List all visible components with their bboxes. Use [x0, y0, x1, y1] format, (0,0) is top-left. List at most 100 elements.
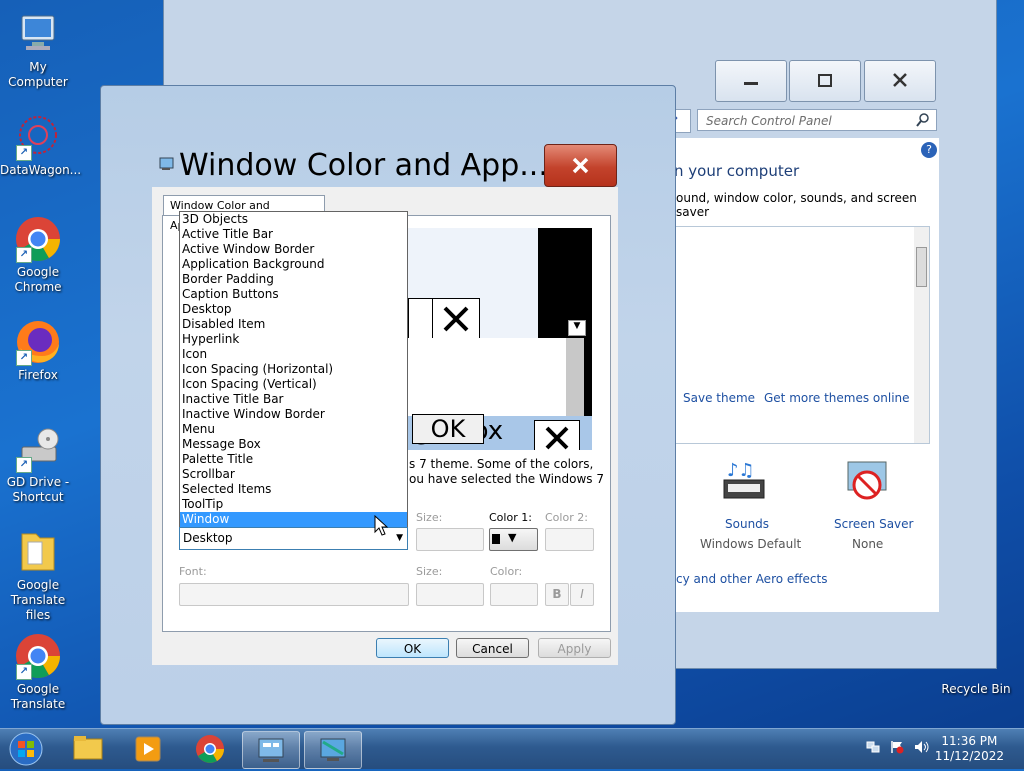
preview-close	[432, 298, 480, 340]
maximize-button[interactable]	[789, 60, 861, 102]
color1-picker[interactable]: ▼	[489, 528, 538, 551]
desktop-icon-label: My Computer	[8, 60, 68, 89]
datawagon-icon: ↗	[14, 113, 62, 161]
shortcut-arrow-icon: ↗	[16, 664, 32, 680]
close-button[interactable]	[864, 60, 936, 102]
font-select[interactable]	[179, 583, 409, 606]
screen-saver-icon	[847, 461, 887, 500]
window-color-icon	[320, 738, 346, 761]
screen-saver-label[interactable]: Screen Saver	[834, 517, 913, 531]
list-item[interactable]: Message Box	[180, 437, 407, 452]
desktop-icon-label: GD Drive - Shortcut	[6, 475, 70, 504]
list-item[interactable]: Icon Spacing (Horizontal)	[180, 362, 407, 377]
list-item[interactable]: Caption Buttons	[180, 287, 407, 302]
apply-button[interactable]: Apply	[538, 638, 611, 658]
preview-ok-button: OK	[412, 414, 484, 444]
italic-button[interactable]: I	[570, 583, 594, 606]
search-input[interactable]: Search Control Panel	[697, 109, 937, 131]
desktop-icon-label: DataWagon...	[0, 163, 82, 177]
font-size-label: Size:	[416, 565, 443, 578]
media-player-icon	[135, 736, 161, 762]
taskbar-chrome[interactable]	[182, 731, 238, 767]
list-item[interactable]: Hyperlink	[180, 332, 407, 347]
list-item[interactable]: Desktop	[180, 302, 407, 317]
list-item[interactable]: Active Title Bar	[180, 227, 407, 242]
font-color-label: Color:	[490, 565, 523, 578]
sounds-label[interactable]: Sounds	[725, 517, 769, 531]
list-item[interactable]: Scrollbar	[180, 467, 407, 482]
list-item[interactable]: Inactive Window Border	[180, 407, 407, 422]
item-size-spinner[interactable]	[416, 528, 484, 551]
list-item[interactable]: Application Background	[180, 257, 407, 272]
volume-icon[interactable]	[914, 740, 930, 754]
mouse-cursor-icon	[374, 515, 388, 536]
close-icon	[893, 73, 907, 87]
cancel-button[interactable]: Cancel	[456, 638, 529, 658]
minimize-button[interactable]	[715, 60, 787, 102]
scrollbar-thumb[interactable]	[916, 247, 927, 287]
desktop-icon-google-chrome[interactable]: ↗ Google Chrome	[0, 215, 76, 295]
desktop-icon-firefox[interactable]: ↗ Firefox	[0, 318, 76, 383]
taskbar-explorer[interactable]	[60, 731, 116, 767]
close-icon	[572, 157, 589, 174]
taskbar-control-panel[interactable]	[242, 731, 300, 769]
desktop-icon-label: Google Translate	[10, 682, 66, 711]
save-theme-link[interactable]: Save theme	[683, 391, 755, 405]
color2-picker[interactable]	[545, 528, 594, 551]
shortcut-arrow-icon: ↗	[16, 247, 32, 263]
list-item[interactable]: Icon Spacing (Vertical)	[180, 377, 407, 392]
list-item[interactable]: Menu	[180, 422, 407, 437]
list-item[interactable]: Inactive Title Bar	[180, 392, 407, 407]
get-more-themes-link[interactable]: Get more themes online	[764, 391, 910, 405]
shortcut-arrow-icon: ↗	[16, 145, 32, 161]
desktop-icon-datawagon[interactable]: ↗ DataWagon...	[0, 113, 81, 178]
action-center-icon[interactable]	[890, 740, 904, 754]
aero-effects-link[interactable]: cy and other Aero effects	[676, 572, 827, 586]
dialog-close-button[interactable]	[544, 144, 617, 187]
theme-list[interactable]: Save theme Get more themes online	[674, 226, 930, 444]
list-item[interactable]: Palette Title	[180, 452, 407, 467]
taskbar-window-color[interactable]	[304, 731, 362, 769]
start-button[interactable]	[6, 731, 46, 767]
font-size-select[interactable]	[416, 583, 484, 606]
font-color-picker[interactable]	[490, 583, 538, 606]
preview-close	[534, 420, 580, 450]
list-item[interactable]: Selected Items	[180, 482, 407, 497]
item-dropdown-list[interactable]: 3D Objects Active Title Bar Active Window …	[179, 211, 408, 527]
desktop-icon-google-translate[interactable]: ↗ Google Translate	[0, 632, 76, 712]
color-swatch	[492, 534, 500, 544]
list-item[interactable]: Window	[180, 512, 407, 527]
list-item[interactable]: Icon	[180, 347, 407, 362]
theme-scrollbar[interactable]	[914, 227, 929, 443]
list-item[interactable]: ToolTip	[180, 497, 407, 512]
desktop-icon-my-computer[interactable]: My Computer	[0, 10, 76, 90]
desktop-icon-recycle-bin[interactable]: Recycle Bin	[938, 682, 1014, 697]
list-item[interactable]: Border Padding	[180, 272, 407, 287]
desktop-icon-label: Google Translate files	[10, 578, 66, 622]
desktop-icon-google-translate-files[interactable]: Google Translate files	[0, 528, 76, 623]
network-icon[interactable]	[866, 740, 880, 754]
window-color-icon	[159, 157, 174, 170]
list-item[interactable]: Active Window Border	[180, 242, 407, 257]
shortcut-arrow-icon: ↗	[16, 457, 32, 473]
clock-time: 11:36 PM	[941, 734, 998, 748]
preview-area: ▼ ge Box OK	[408, 228, 592, 450]
list-item[interactable]: 3D Objects	[180, 212, 407, 227]
font-label: Font:	[179, 565, 207, 578]
ok-button[interactable]: OK	[376, 638, 449, 658]
screen-saver-option[interactable]	[842, 458, 892, 509]
desktop-icon-gd-drive[interactable]: ↗ GD Drive - Shortcut	[0, 425, 76, 505]
taskbar-media-player[interactable]	[120, 731, 176, 767]
search-icon[interactable]	[916, 113, 930, 127]
page-heading: n your computer	[674, 162, 800, 180]
sounds-option[interactable]: ♪♫	[714, 458, 774, 509]
chrome-icon: ↗	[14, 215, 62, 263]
preview-maximize	[408, 298, 434, 340]
help-icon[interactable]: ?	[921, 142, 937, 158]
bold-button[interactable]: B	[545, 583, 569, 606]
item-size-label: Size:	[416, 511, 443, 524]
dialog-title: Window Color and App...	[179, 148, 548, 183]
system-clock[interactable]: 11:36 PM 11/12/2022	[935, 734, 1004, 764]
list-item[interactable]: Disabled Item	[180, 317, 407, 332]
close-icon	[443, 306, 469, 332]
